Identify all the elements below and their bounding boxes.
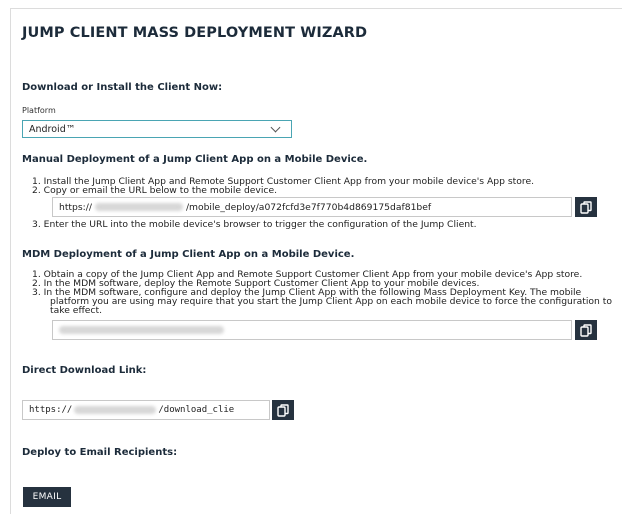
direct-download-url-prefix: https:// [29, 405, 73, 415]
manual-step-2: 2. Copy or email the URL below to the mo… [32, 185, 278, 196]
direct-download-heading: Direct Download Link: [22, 365, 147, 376]
copy-icon [580, 200, 592, 214]
platform-select[interactable]: Android™ [22, 120, 292, 138]
copy-icon [277, 403, 289, 417]
page-title: JUMP CLIENT MASS DEPLOYMENT WIZARD [22, 25, 368, 41]
copy-icon [580, 323, 592, 337]
deploy-email-heading: Deploy to Email Recipients: [22, 447, 178, 458]
mobile-deploy-url-suffix: /mobile_deploy/a072fcfd3e7f770b4d869175d… [185, 201, 432, 213]
email-button[interactable]: EMAIL [23, 487, 71, 507]
manual-deployment-heading: Manual Deployment of a Jump Client App o… [22, 154, 368, 165]
direct-download-url-suffix: /download_clie [158, 405, 235, 415]
mdm-step-3-cont-2: take effect. [50, 305, 103, 316]
redacted-host [94, 203, 183, 211]
mdm-step-3-cont-1: platform you are using may require that … [50, 296, 613, 307]
mobile-deploy-url-field[interactable]: https:// /mobile_deploy/a072fcfd3e7f770b… [52, 197, 572, 217]
platform-select-value: Android™ [29, 123, 76, 135]
mass-deployment-key-field[interactable] [52, 320, 572, 340]
download-install-heading: Download or Install the Client Now: [22, 82, 223, 93]
redacted-deployment-key [59, 326, 224, 334]
copy-direct-download-url-button[interactable] [272, 400, 294, 420]
mdm-deployment-heading: MDM Deployment of a Jump Client App on a… [22, 249, 355, 260]
platform-label: Platform [22, 106, 56, 115]
manual-step-3: 3. Enter the URL into the mobile device'… [32, 219, 477, 230]
copy-deployment-key-button[interactable] [575, 320, 597, 340]
mobile-deploy-url-prefix: https:// [59, 201, 92, 213]
redacted-host [74, 406, 157, 414]
direct-download-url-field[interactable]: https:// /download_clie [22, 400, 270, 420]
copy-mobile-deploy-url-button[interactable] [575, 197, 597, 217]
chevron-down-icon [270, 122, 281, 132]
